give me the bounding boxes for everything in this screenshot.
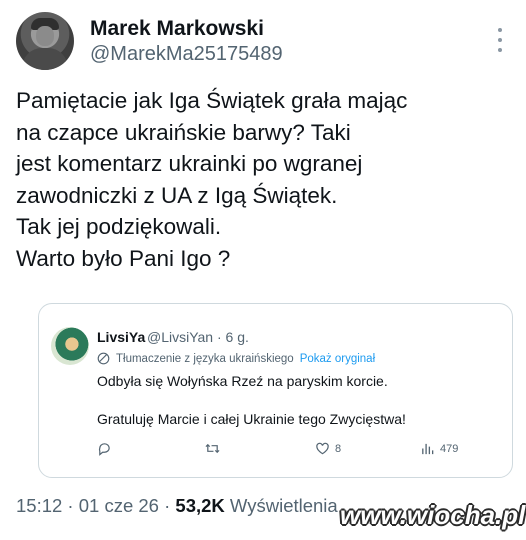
tweet-meta: 15:12 · 01 cze 26 · 53,2K Wyświetlenia [16, 495, 338, 517]
avatar-face-shape [36, 26, 54, 46]
quoted-text-line: Odbyła się Wołyńska Rzeź na paryskim kor… [97, 373, 388, 389]
quoted-author-name[interactable]: LivsiYa [97, 329, 145, 345]
tweet-line: na czapce ukraińskie barwy? Taki [16, 119, 351, 145]
show-original-link[interactable]: Pokaż oryginał [300, 353, 375, 365]
avatar-body-shape [22, 48, 68, 70]
views-count: 479 [440, 442, 459, 455]
quoted-text-line: Gratuluję Marcie i całej Ukrainie tego Z… [97, 411, 406, 427]
tweet-views-label: Wyświetlenia [224, 495, 338, 516]
translation-note: Tłumaczenie z języka ukraińskiego Pokaż … [97, 352, 375, 365]
views-chart-icon [422, 443, 434, 455]
site-watermark: www.wiocha.pl [340, 500, 526, 530]
like-count: 8 [335, 442, 342, 455]
quoted-actions: 8 479 [97, 441, 497, 459]
tweet-line: jest komentarz ukrainki po wgranej [16, 151, 363, 176]
reply-icon [98, 443, 110, 456]
retweet-button[interactable] [205, 441, 220, 456]
author-name[interactable]: Marek Markowski [90, 17, 264, 41]
tweet-views-count: 53,2K [175, 495, 225, 516]
translate-icon [97, 352, 110, 365]
translation-label: Tłumaczenie z języka ukraińskiego [116, 352, 294, 365]
tweet-line: Pamiętacie jak Iga Świątek grała mając [16, 88, 408, 113]
quoted-author-avatar[interactable] [51, 327, 89, 365]
tweet-line: Warto było Pani Igo ? [16, 245, 231, 271]
tweet-header: Marek Markowski @MarekMa25175489 [16, 10, 510, 74]
tweet-text: Pamiętacie jak Iga Świątek grała mając n… [16, 85, 510, 274]
author-avatar[interactable] [16, 12, 74, 70]
quoted-author-handle-time: @LivsiYan · 6 g. [147, 329, 249, 345]
tweet-line: zawodniczki z UA z Igą Świątek. [16, 182, 338, 208]
tweet-time-date[interactable]: 15:12 · 01 cze 26 · [16, 495, 175, 516]
retweet-icon [205, 443, 220, 454]
reply-button[interactable] [97, 441, 112, 456]
heart-icon [316, 442, 329, 455]
views-button[interactable]: 479 [420, 441, 458, 456]
author-handle[interactable]: @MarekMa25175489 [90, 43, 283, 66]
tweet-line: Tak jej podziękowali. [16, 214, 222, 239]
quoted-tweet[interactable]: LivsiYa @LivsiYan · 6 g. Tłumaczenie z j… [38, 303, 513, 478]
more-options-icon[interactable] [494, 28, 506, 52]
like-button[interactable]: 8 [315, 441, 341, 456]
